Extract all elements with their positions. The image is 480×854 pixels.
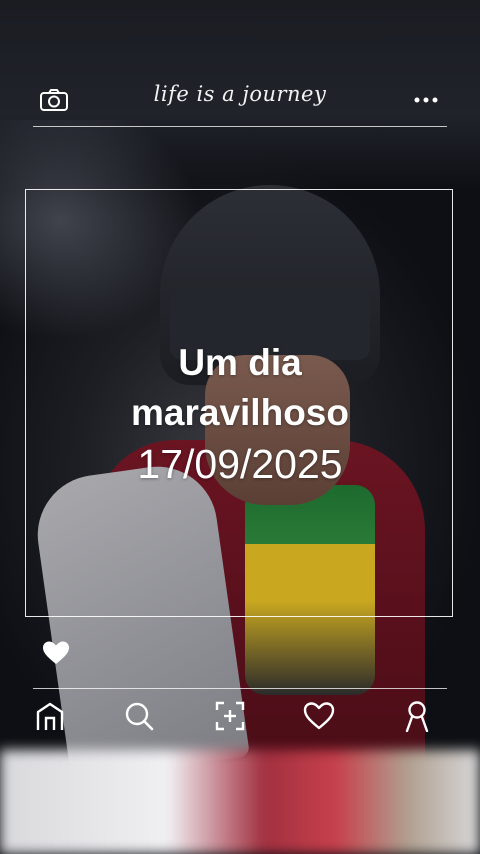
header-divider (33, 126, 447, 127)
add-post-icon[interactable] (212, 698, 248, 734)
profile-icon[interactable] (399, 698, 435, 734)
caption: Um dia maravilhoso 17/09/2025 (0, 338, 480, 490)
top-bar: life is a journey (33, 80, 447, 126)
bottom-nav (0, 696, 480, 740)
heart-outline-icon[interactable] (301, 698, 337, 734)
photo-bottom-strip (0, 750, 480, 854)
app-title: life is a journey (153, 82, 327, 106)
home-icon[interactable] (32, 698, 68, 734)
caption-date: 17/09/2025 (137, 441, 343, 487)
caption-line-1: Um dia (178, 342, 302, 383)
nav-divider (33, 688, 447, 689)
caption-line-2: maravilhoso (131, 392, 349, 433)
heart-filled-icon[interactable] (42, 640, 70, 666)
more-dots-icon[interactable] (411, 88, 441, 112)
search-icon[interactable] (121, 698, 157, 734)
